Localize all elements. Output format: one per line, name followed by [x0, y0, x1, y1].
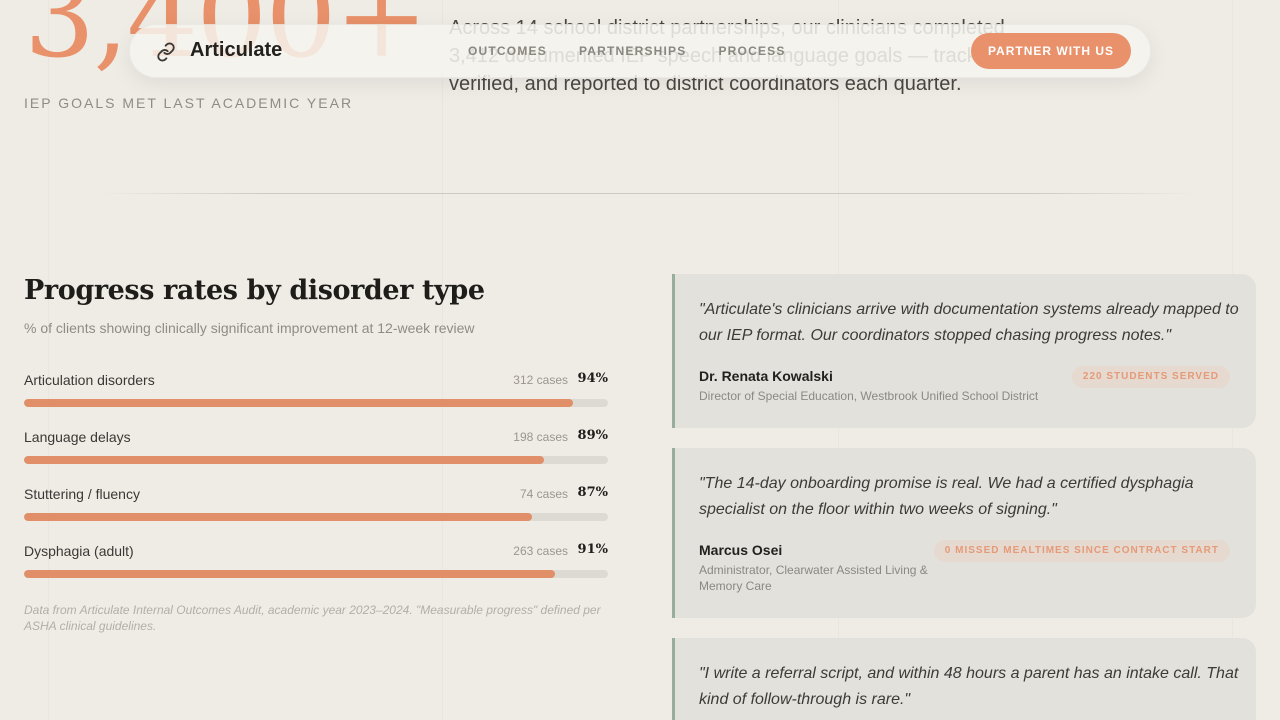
section-divider: [96, 193, 1200, 194]
progress-fill: [24, 513, 533, 521]
testimonial-quote: "I write a referral script, and within 4…: [699, 665, 1239, 708]
progress-track: [24, 399, 608, 407]
progress-fill: [24, 570, 556, 578]
case-count: 263 cases: [513, 544, 568, 558]
stat-badge: 220 STUDENTS SERVED: [1071, 366, 1230, 388]
brand-name[interactable]: Articulate: [190, 39, 282, 62]
progress-row: Articulation disorders 312 cases 94%: [24, 371, 608, 412]
testimonial-quote: "The 14-day onboarding promise is real. …: [699, 475, 1194, 518]
percent-value: 89%: [577, 428, 608, 443]
testimonial-quote: "Articulate's clinicians arrive with doc…: [699, 301, 1239, 344]
nav-link-partnerships[interactable]: PARTNERSHIPS: [579, 44, 687, 58]
nav-links: OUTCOMES PARTNERSHIPS PROCESS: [468, 44, 786, 58]
testimonial-card: "Articulate's clinicians arrive with doc…: [672, 274, 1256, 428]
nav-link-outcomes[interactable]: OUTCOMES: [468, 44, 547, 58]
link-icon[interactable]: [156, 42, 176, 62]
progress-track: [24, 513, 608, 521]
percent-value: 91%: [577, 542, 608, 557]
progress-subtitle: % of clients showing clinically signific…: [24, 320, 475, 336]
disorder-label: Language delays: [24, 429, 131, 445]
case-count: 74 cases: [519, 487, 568, 501]
progress-track: [24, 456, 608, 464]
testimonial-card: "I write a referral script, and within 4…: [672, 638, 1256, 720]
progress-row: Dysphagia (adult) 263 cases 91%: [24, 542, 608, 583]
disorder-label: Articulation disorders: [24, 372, 155, 388]
disorder-label: Dysphagia (adult): [24, 543, 134, 559]
progress-track: [24, 570, 608, 578]
progress-row: Language delays 198 cases 89%: [24, 428, 608, 469]
testimonial-role: Director of Special Education, Westbrook…: [699, 389, 1039, 403]
progress-title: Progress rates by disorder type: [24, 275, 485, 306]
testimonial-author: Marcus Osei: [699, 542, 783, 558]
testimonial-role: Administrator, Clearwater Assisted Livin…: [699, 563, 928, 593]
progress-fill: [24, 456, 544, 464]
disorder-label: Stuttering / fluency: [24, 486, 140, 502]
percent-value: 94%: [577, 371, 608, 386]
nav-link-process[interactable]: PROCESS: [718, 44, 785, 58]
top-nav: Articulate OUTCOMES PARTNERSHIPS PROCESS…: [129, 24, 1151, 78]
hero-stat-caption: IEP GOALS MET LAST ACADEMIC YEAR: [24, 95, 354, 111]
case-count: 198 cases: [513, 430, 568, 444]
partner-with-us-button[interactable]: PARTNER WITH US: [971, 33, 1131, 69]
stat-badge: 0 MISSED MEALTIMES SINCE CONTRACT START: [933, 540, 1230, 562]
testimonial-card: "The 14-day onboarding promise is real. …: [672, 448, 1256, 618]
percent-value: 87%: [577, 485, 608, 500]
data-footnote: Data from Articulate Internal Outcomes A…: [24, 603, 601, 633]
progress-fill: [24, 399, 573, 407]
case-count: 312 cases: [513, 373, 568, 387]
progress-row: Stuttering / fluency 74 cases 87%: [24, 485, 608, 526]
testimonial-author: Dr. Renata Kowalski: [699, 368, 833, 384]
